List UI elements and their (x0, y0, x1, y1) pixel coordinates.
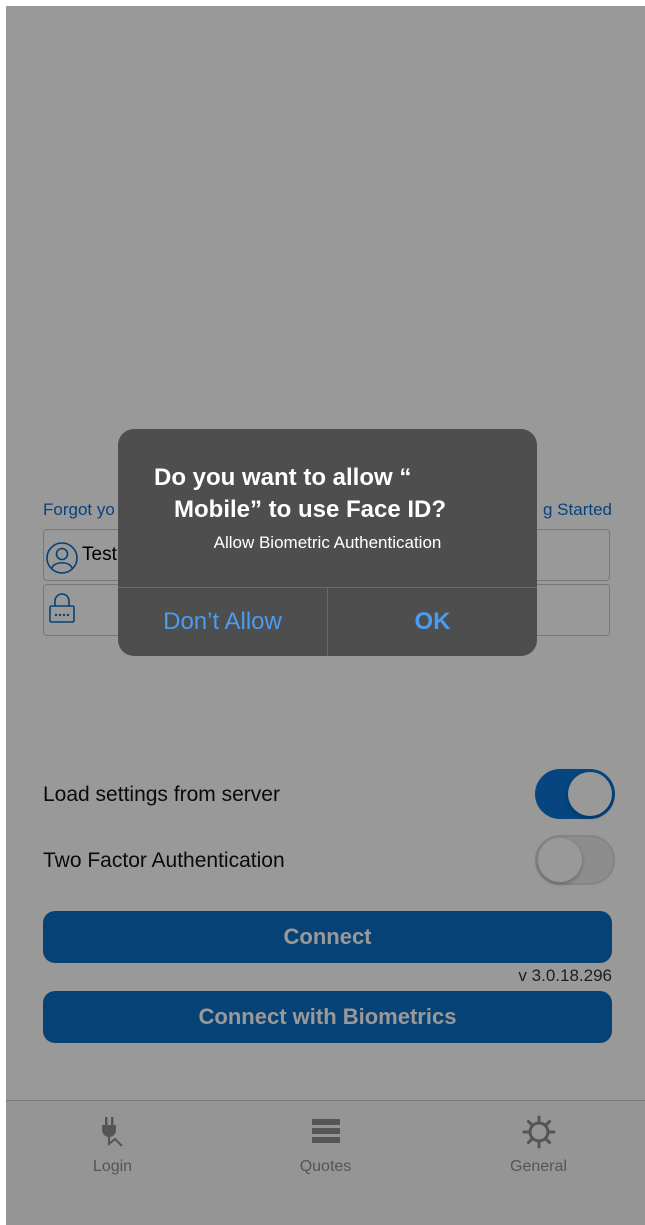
alert-title: Do you want to allow “ Mobile” to use Fa… (154, 462, 514, 526)
face-id-permission-alert: Do you want to allow “ Mobile” to use Fa… (118, 429, 537, 656)
app-screen: Forgot yo g Started Test Load settings f… (6, 6, 645, 1225)
dont-allow-button[interactable]: Don’t Allow (118, 588, 327, 656)
alert-title-line-1: Do you want to allow “ (154, 464, 412, 491)
ok-button[interactable]: OK (328, 588, 537, 656)
alert-title-line-2: Mobile” to use Face ID? (174, 496, 447, 523)
alert-message: Allow Biometric Authentication (213, 533, 442, 552)
